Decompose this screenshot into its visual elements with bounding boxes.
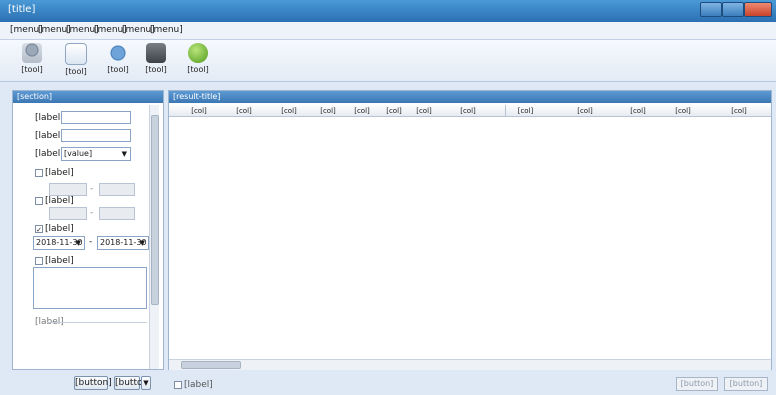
toolbar: [tool] [tool] [tool] [tool] [tool] [0,40,776,82]
chevron-down-icon: ▼ [143,379,149,387]
select-all-checkbox[interactable] [174,381,182,389]
dept-divider [47,322,147,323]
results-panel: [result-title] [col] [col] [col] [col] [… [168,90,772,370]
column-header[interactable]: [col] [351,105,373,117]
column-header[interactable]: [col] [715,105,763,117]
member-range-from[interactable] [49,183,87,196]
date-from-picker[interactable]: 2018-11-30 ▼ [33,236,85,250]
work-unit-checkbox[interactable] [35,257,43,265]
date-range-label: [label] [45,224,74,234]
date-to-picker[interactable]: 2018-11-30 ▼ [97,236,149,250]
export-all-button[interactable]: [button] [724,377,768,391]
work-unit-label: [label] [45,256,74,266]
window-title: [title] [8,4,36,15]
column-header[interactable]: [col] [229,105,259,117]
results-title: [result-title] [169,91,771,103]
filter-panel-title: [section] [13,91,163,103]
member-range-to[interactable] [99,183,135,196]
filter-scrollbar-thumb[interactable] [151,115,159,305]
column-header[interactable]: [col] [625,105,651,117]
column-header[interactable]: [col] [505,105,545,117]
print-report-button[interactable]: [button] [676,377,718,391]
home-icon [188,43,208,63]
user-register-icon [22,43,42,63]
reset-button[interactable]: [button] [74,376,112,390]
column-header[interactable]: [col] [183,105,215,117]
member-range-label: [label] [45,168,74,178]
minimize-button[interactable] [700,2,722,17]
menu-help[interactable]: [menu] [146,25,187,35]
date-range-checkbox[interactable]: ✓ [35,225,43,234]
close-button[interactable] [744,2,772,17]
column-header[interactable]: [col] [275,105,303,117]
select-all-label: [label] [184,380,213,390]
chevron-down-icon: ▼ [139,239,145,247]
date-range-dash: - [89,237,93,247]
range-dash: - [90,184,94,194]
column-header[interactable]: [col] [413,105,435,117]
age-range-checkbox[interactable] [35,197,43,205]
column-header[interactable]: [col] [451,105,485,117]
query-button[interactable]: [button] [114,376,152,390]
test-result-icon [65,43,87,65]
column-header[interactable]: [col] [659,105,707,117]
title-bar: [title] [0,0,776,22]
age-range-to[interactable] [99,207,135,220]
data-query-icon [108,43,128,63]
column-header[interactable]: [col] [317,105,339,117]
age-range-label: [label] [45,196,74,206]
gender-select[interactable]: [value] ▼ [61,147,131,161]
menu-bar: [menu] [menu] [menu] [menu] [menu] [menu… [0,22,776,40]
age-range-from[interactable] [49,207,87,220]
query-dropdown-button[interactable]: ▼ [141,376,151,390]
range-dash: - [90,208,94,218]
member-range-checkbox[interactable] [35,169,43,177]
filter-scrollbar[interactable] [149,105,159,369]
work-unit-textarea[interactable] [33,267,147,309]
maximize-button[interactable] [722,2,744,17]
column-header[interactable]: [col] [383,105,405,117]
chevron-down-icon: ▼ [121,150,127,158]
name-input[interactable] [61,111,131,124]
card-input[interactable] [61,129,131,142]
home-button[interactable]: [tool] [170,42,226,80]
gender-label: [label] [35,149,64,159]
results-scrollbar-thumb[interactable] [181,361,241,369]
results-grid-header: [col] [col] [col] [col] [col] [col] [col… [169,105,771,117]
card-label: [label] [35,131,64,141]
chevron-down-icon: ▼ [75,239,81,247]
name-label: [label] [35,113,64,123]
batch-print-icon [146,43,166,63]
column-header[interactable]: [col] [557,105,613,117]
results-scrollbar[interactable] [169,359,771,370]
filter-panel: [section] [label] [label] [label] [value… [12,90,164,370]
